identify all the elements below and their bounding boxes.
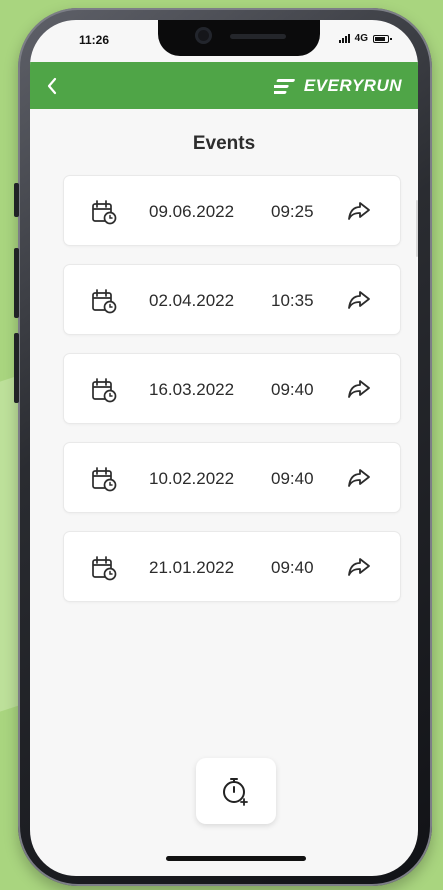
scroll-indicator[interactable] [416,200,418,257]
silent-button [14,183,19,217]
brand: EVERYRUN [273,75,402,96]
calendar-clock-icon [92,556,117,581]
event-date: 10.02.2022 [149,469,235,488]
event-card-5[interactable]: 21.01.2022 09:40 [63,531,401,602]
event-card-4[interactable]: 10.02.2022 09:40 [63,442,401,513]
network-type: 4G [354,33,368,44]
volume-down-button [14,333,19,403]
front-camera [195,27,212,44]
start-stopwatch-button[interactable] [196,758,276,824]
everyrun-logo-icon [273,78,295,94]
volume-up-button [14,248,19,318]
event-card-2[interactable]: 02.04.2022 10:35 [63,264,401,335]
calendar-clock-icon [92,467,117,492]
event-date: 16.03.2022 [149,380,235,399]
event-time: 09:40 [271,380,314,399]
phone-screen: 11:26 4G EVERYRUN Events 09.06.2022 09:2… [30,20,418,876]
back-chevron-icon [47,77,57,94]
status-bar-right: 4G [338,33,392,44]
signal-icon [338,34,350,43]
event-card-1[interactable]: 09.06.2022 09:25 [63,175,401,246]
brand-name: EVERYRUN [303,75,402,95]
event-time: 10:35 [271,291,314,310]
event-date: 09.06.2022 [149,202,235,221]
page-title: Events [192,133,256,154]
calendar-clock-icon [92,200,117,225]
share-icon[interactable] [346,377,372,401]
share-icon[interactable] [346,288,372,312]
calendar-clock-icon [92,378,117,403]
share-icon[interactable] [346,555,372,579]
home-indicator [166,856,306,861]
app-header: EVERYRUN [30,62,418,109]
battery-icon [373,34,392,43]
event-time: 09:40 [271,558,314,577]
stopwatch-plus-icon [223,778,248,806]
back-button[interactable] [46,69,80,103]
event-date: 21.01.2022 [149,558,235,577]
status-time: 11:26 [79,33,110,47]
event-date: 02.04.2022 [149,291,235,310]
speaker [230,34,286,39]
event-time: 09:40 [271,469,314,488]
share-icon[interactable] [346,466,372,490]
calendar-clock-icon [92,289,117,314]
event-time: 09:25 [271,202,314,221]
share-icon[interactable] [346,199,372,223]
event-card-3[interactable]: 16.03.2022 09:40 [63,353,401,424]
